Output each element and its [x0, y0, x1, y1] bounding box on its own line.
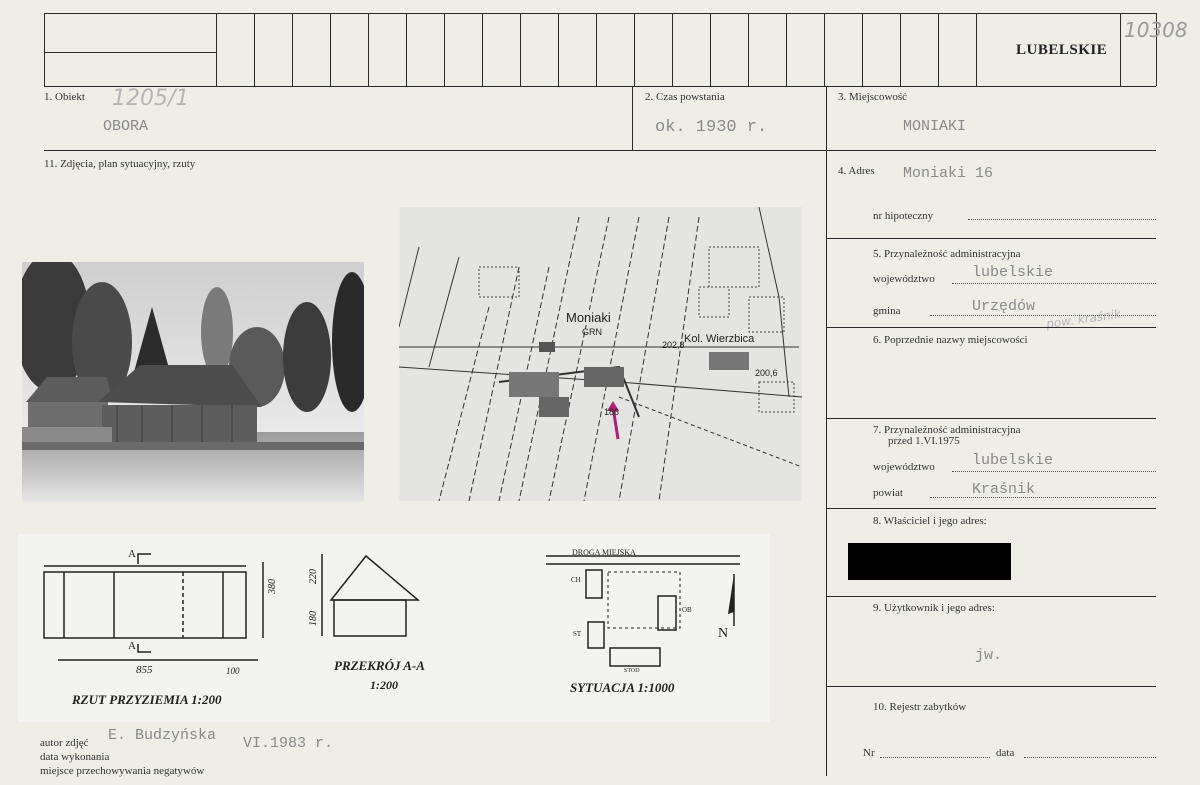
- header-grid-divider: [406, 13, 407, 86]
- rzut-title: RZUT PRZYZIEMIA 1:200: [72, 692, 222, 707]
- st-label: ST: [573, 630, 582, 638]
- autor-value: E. Budzyńska: [108, 727, 217, 744]
- stod-label: STOD: [624, 668, 640, 674]
- header-grid-divider: [710, 13, 711, 86]
- przekroj-scale: 1:200: [370, 678, 398, 692]
- header-grid-divider: [44, 13, 45, 86]
- autor-label: autor zdjęć: [40, 737, 89, 749]
- obiekt-value: OBORA: [103, 118, 149, 135]
- adres-value: Moniaki 16: [903, 165, 994, 182]
- header-grid-divider: [330, 13, 331, 86]
- map-height-1: 202,8: [662, 340, 685, 350]
- ob-label: OB: [682, 606, 692, 614]
- architectural-sketches: A A 855 100 380 RZUT PRZYZIEMIA 1:200 22…: [18, 534, 770, 722]
- header-grid-divider: [292, 13, 293, 86]
- north-label: N: [718, 626, 729, 641]
- woj2-value: lubelskie: [972, 452, 1054, 469]
- miejscowosc-label: 3. Miejscowość: [838, 91, 908, 103]
- section-a-bottom: A: [128, 640, 136, 652]
- czas-label: 2. Czas powstania: [645, 91, 725, 103]
- section-a-top: A: [128, 548, 136, 560]
- obiekt-label: 1. Obiekt: [44, 91, 85, 103]
- rzut-depth: 380: [267, 579, 278, 594]
- miejscowosc-value: MONIAKI: [903, 118, 967, 135]
- przekroj-title: PRZEKRÓJ A-A: [334, 658, 425, 673]
- header-grid-divider: [786, 13, 787, 86]
- gmina-label: gmina: [873, 305, 901, 317]
- rejestr-label: 10. Rejestr zabytków: [873, 701, 967, 713]
- zdjecia-label: 11. Zdjęcia, plan sytuacyjny, rzuty: [44, 158, 196, 170]
- map-height-2: 200,6: [755, 368, 778, 378]
- header-grid-divider: [1120, 13, 1121, 86]
- woj2-label: województwo: [873, 461, 935, 473]
- header-grid-divider: [444, 13, 445, 86]
- header-grid-divider: [634, 13, 635, 86]
- uzytkownik-label: 9. Użytkownik i jego adres:: [873, 602, 995, 614]
- owner-redaction: [848, 543, 1011, 580]
- przynal-label: 5. Przynależność administracyjna: [873, 248, 1021, 260]
- map-height-3: 186: [604, 407, 620, 417]
- data-label: data: [996, 747, 1015, 759]
- miejsce-label: miejsce przechowywania negatywów: [40, 765, 205, 777]
- uzytkownik-value: jw.: [975, 647, 1003, 664]
- rzut-width: 855: [136, 664, 153, 676]
- card-number: 10308: [1124, 18, 1188, 42]
- sytuacja-title: SYTUACJA 1:1000: [570, 680, 675, 695]
- gmina-value: Urzędów: [972, 298, 1036, 315]
- nr-label: Nr: [863, 747, 875, 759]
- adres-label: 4. Adres: [838, 165, 875, 177]
- przekroj-h1: 220: [308, 569, 319, 584]
- woj-value: lubelskie: [972, 264, 1054, 281]
- header-grid-divider: [216, 13, 217, 86]
- przekroj-h2: 180: [308, 611, 319, 626]
- droga-label: DROGA MIEJSKA: [572, 548, 636, 557]
- obiekt-number: 1205/1: [112, 86, 190, 111]
- data-wyk-label: data wykonania: [40, 751, 110, 763]
- header-grid-divider: [254, 13, 255, 86]
- header-grid-divider: [900, 13, 901, 86]
- header-grid-divider: [976, 13, 977, 86]
- map-kol-label: Kol. Wierzbica: [684, 333, 755, 345]
- header-grid-divider: [558, 13, 559, 86]
- poprz-label: 6. Poprzednie nazwy miejscowości: [873, 334, 1028, 346]
- czas-value: ok. 1930 r.: [655, 118, 768, 137]
- header-grid-divider: [824, 13, 825, 86]
- barn-photo: [22, 262, 364, 502]
- header-grid-divider: [368, 13, 369, 86]
- wlasciciel-label: 8. Właściciel i jego adres:: [873, 515, 987, 527]
- data-wyk-value: VI.1983 r.: [243, 735, 334, 752]
- przynal2-label2: przed 1.VI.1975: [888, 435, 960, 447]
- header-grid-divider: [938, 13, 939, 86]
- header-grid-divider: [482, 13, 483, 86]
- map-village-label: Moniaki: [566, 310, 611, 325]
- woj-label: województwo: [873, 273, 935, 285]
- powiat-label: powiat: [873, 487, 903, 499]
- powiat-value: Kraśnik: [972, 481, 1036, 498]
- ch-label: CH: [571, 576, 581, 584]
- header-grid-divider: [596, 13, 597, 86]
- region-title: LUBELSKIE: [1016, 42, 1108, 58]
- situation-map: Moniaki GRN Kol. Wierzbica 202,8 200,6 1…: [399, 207, 802, 501]
- map-grn-label: GRN: [582, 327, 602, 337]
- header-grid-divider: [672, 13, 673, 86]
- rzut-width2: 100: [226, 666, 240, 676]
- header-grid-divider: [748, 13, 749, 86]
- nr-hip-label: nr hipoteczny: [873, 210, 934, 222]
- header-grid-divider: [862, 13, 863, 86]
- header-grid-divider: [520, 13, 521, 86]
